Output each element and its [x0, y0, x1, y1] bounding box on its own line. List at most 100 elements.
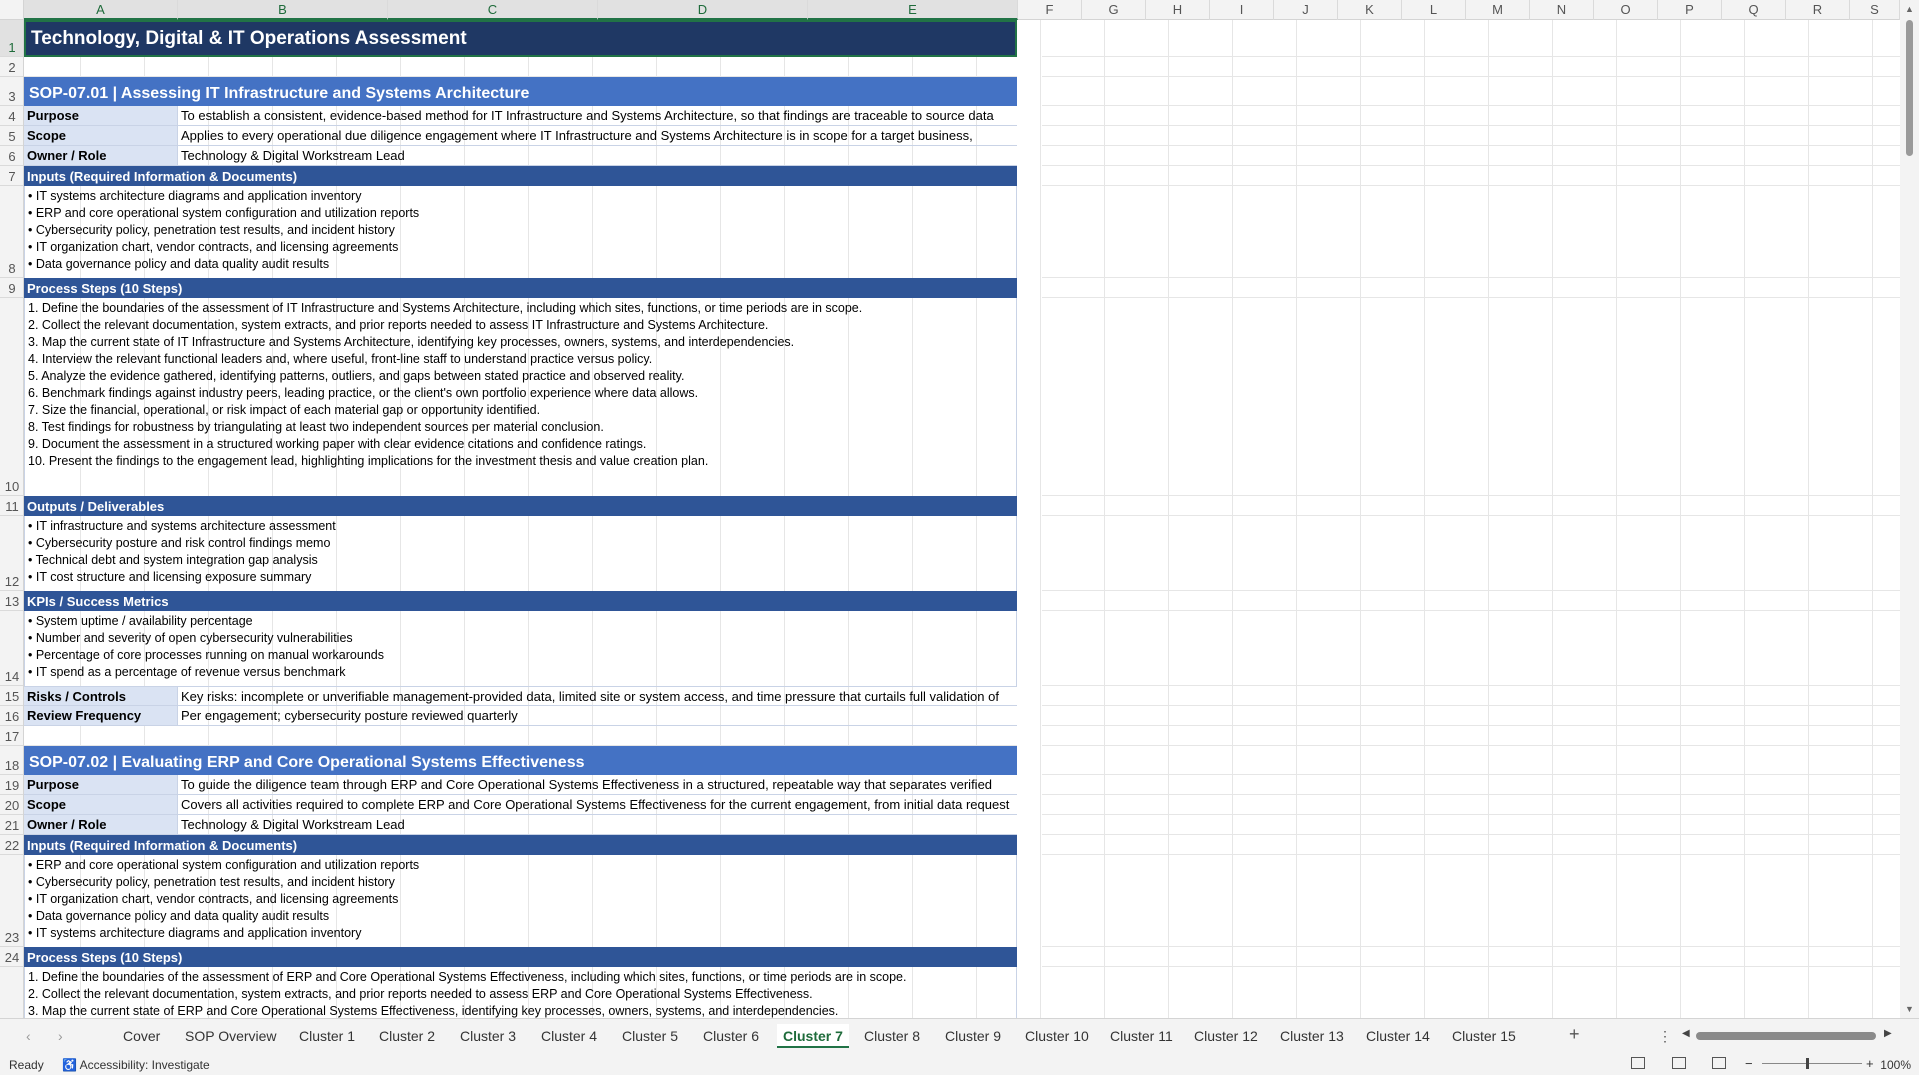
sop2-heading[interactable]: SOP-07.02 | Evaluating ERP and Core Oper…	[24, 746, 1017, 775]
row-header-14[interactable]: 14	[0, 611, 23, 686]
page-layout-view-icon[interactable]	[1672, 1057, 1686, 1069]
scroll-down-icon[interactable]: ▼	[1905, 1004, 1914, 1014]
row-header-4[interactable]: 4	[0, 106, 23, 126]
horizontal-scroll-thumb[interactable]	[1696, 1032, 1876, 1040]
column-header-l[interactable]: L	[1402, 0, 1466, 20]
sop1-inputs-list[interactable]: • IT systems architecture diagrams and a…	[24, 186, 1017, 278]
column-header-j[interactable]: J	[1274, 0, 1338, 20]
scroll-left-icon[interactable]: ◀	[1682, 1028, 1690, 1039]
scroll-up-icon[interactable]: ▲	[1905, 4, 1914, 14]
row-header-3[interactable]: 3	[0, 77, 23, 106]
row-header-24[interactable]: 24	[0, 947, 23, 967]
sop2-owner-row[interactable]: Owner / Role Technology & Digital Workst…	[24, 815, 1017, 835]
column-header-q[interactable]: Q	[1722, 0, 1786, 20]
sop1-steps-header[interactable]: Process Steps (10 Steps)	[24, 278, 1017, 298]
sop1-inputs-header[interactable]: Inputs (Required Information & Documents…	[24, 166, 1017, 186]
sheet-title-cell[interactable]: Technology, Digital & IT Operations Asse…	[24, 20, 1017, 57]
column-header-p[interactable]: P	[1658, 0, 1722, 20]
tab-next-icon[interactable]: ›	[58, 1028, 63, 1044]
column-header-r[interactable]: R	[1786, 0, 1850, 20]
row-header-22[interactable]: 22	[0, 835, 23, 855]
row-header-9[interactable]: 9	[0, 278, 23, 298]
row-header-10[interactable]: 10	[0, 298, 23, 496]
tab-cluster-4[interactable]: Cluster 4	[535, 1024, 603, 1048]
sop2-inputs-list[interactable]: • ERP and core operational system config…	[24, 855, 1017, 947]
tab-cluster-7[interactable]: Cluster 7	[777, 1024, 849, 1048]
zoom-out-icon[interactable]: −	[1745, 1056, 1753, 1071]
column-header-e[interactable]: E	[808, 0, 1018, 20]
more-options-icon[interactable]: ⋮	[1658, 1028, 1672, 1045]
column-header-n[interactable]: N	[1530, 0, 1594, 20]
tab-cluster-5[interactable]: Cluster 5	[616, 1024, 684, 1048]
row-header-6[interactable]: 6	[0, 146, 23, 166]
select-all-corner[interactable]	[0, 0, 24, 20]
row-header-20[interactable]: 20	[0, 795, 23, 815]
column-header-k[interactable]: K	[1338, 0, 1402, 20]
zoom-level[interactable]: 100%	[1880, 1058, 1911, 1072]
sop1-kpis-header[interactable]: KPIs / Success Metrics	[24, 591, 1017, 611]
row-header-13[interactable]: 13	[0, 591, 23, 611]
row-header-23[interactable]: 23	[0, 855, 23, 947]
add-sheet-icon[interactable]: +	[1569, 1024, 1580, 1045]
vertical-scroll-thumb[interactable]	[1906, 20, 1913, 156]
vertical-scrollbar[interactable]: ▲ ▼	[1900, 0, 1919, 1018]
sop1-purpose-row[interactable]: Purpose To establish a consistent, evide…	[24, 106, 1017, 126]
row-header-12[interactable]: 12	[0, 516, 23, 591]
zoom-in-icon[interactable]: +	[1866, 1056, 1874, 1071]
tab-cluster-14[interactable]: Cluster 14	[1360, 1024, 1436, 1048]
blank-row[interactable]	[24, 726, 1017, 746]
normal-view-icon[interactable]	[1631, 1057, 1645, 1069]
sop2-steps-list[interactable]: 1. Define the boundaries of the assessme…	[24, 967, 1017, 1018]
column-header-g[interactable]: G	[1082, 0, 1146, 20]
tab-sop-overview[interactable]: SOP Overview	[179, 1024, 283, 1048]
accessibility-status[interactable]: ♿ Accessibility: Investigate	[62, 1058, 210, 1072]
sop2-scope-row[interactable]: Scope Covers all activities required to …	[24, 795, 1017, 815]
page-break-view-icon[interactable]	[1712, 1057, 1726, 1069]
horizontal-scrollbar[interactable]: ◀ ▶	[1682, 1028, 1894, 1041]
sop1-scope-row[interactable]: Scope Applies to every operational due d…	[24, 126, 1017, 146]
column-header-a[interactable]: A	[24, 0, 178, 20]
column-header-b[interactable]: B	[178, 0, 388, 20]
row-header-21[interactable]: 21	[0, 815, 23, 835]
column-header-d[interactable]: D	[598, 0, 808, 20]
column-header-s[interactable]: S	[1850, 0, 1900, 20]
column-header-f[interactable]: F	[1018, 0, 1082, 20]
tab-cluster-2[interactable]: Cluster 2	[373, 1024, 441, 1048]
cell-grid[interactable]: Technology, Digital & IT Operations Asse…	[24, 20, 1900, 1018]
row-header-11[interactable]: 11	[0, 496, 23, 516]
zoom-slider-thumb[interactable]	[1806, 1058, 1809, 1069]
row-header-7[interactable]: 7	[0, 166, 23, 186]
row-header-2[interactable]: 2	[0, 57, 23, 77]
column-header-c[interactable]: C	[388, 0, 598, 20]
row-header-19[interactable]: 19	[0, 775, 23, 795]
sop1-review-row[interactable]: Review Frequency Per engagement; cyberse…	[24, 706, 1017, 726]
row-header-1[interactable]: 1	[0, 20, 23, 57]
tab-cluster-6[interactable]: Cluster 6	[697, 1024, 765, 1048]
row-header-8[interactable]: 8	[0, 186, 23, 278]
zoom-slider[interactable]	[1762, 1063, 1862, 1064]
row-header-16[interactable]: 16	[0, 706, 23, 726]
column-header-i[interactable]: I	[1210, 0, 1274, 20]
tab-cover[interactable]: Cover	[117, 1024, 166, 1048]
tab-cluster-8[interactable]: Cluster 8	[858, 1024, 926, 1048]
scroll-right-icon[interactable]: ▶	[1884, 1028, 1892, 1039]
tab-prev-icon[interactable]: ‹	[26, 1028, 31, 1044]
tab-cluster-9[interactable]: Cluster 9	[939, 1024, 1007, 1048]
sop1-risks-row[interactable]: Risks / Controls Key risks: incomplete o…	[24, 686, 1017, 706]
sop2-inputs-header[interactable]: Inputs (Required Information & Documents…	[24, 835, 1017, 855]
sop1-owner-row[interactable]: Owner / Role Technology & Digital Workst…	[24, 146, 1017, 166]
row-header-17[interactable]: 17	[0, 726, 23, 746]
sop1-steps-list[interactable]: 1. Define the boundaries of the assessme…	[24, 298, 1017, 496]
column-header-o[interactable]: O	[1594, 0, 1658, 20]
sop2-purpose-row[interactable]: Purpose To guide the diligence team thro…	[24, 775, 1017, 795]
row-header-15[interactable]: 15	[0, 686, 23, 706]
column-header-h[interactable]: H	[1146, 0, 1210, 20]
tab-cluster-13[interactable]: Cluster 13	[1274, 1024, 1350, 1048]
sop1-outputs-list[interactable]: • IT infrastructure and systems architec…	[24, 516, 1017, 591]
tab-cluster-15[interactable]: Cluster 15	[1446, 1024, 1522, 1048]
column-header-m[interactable]: M	[1466, 0, 1530, 20]
sop2-steps-header[interactable]: Process Steps (10 Steps)	[24, 947, 1017, 967]
blank-row[interactable]	[24, 57, 1017, 77]
sop1-heading[interactable]: SOP-07.01 | Assessing IT Infrastructure …	[24, 77, 1017, 106]
tab-cluster-12[interactable]: Cluster 12	[1188, 1024, 1264, 1048]
